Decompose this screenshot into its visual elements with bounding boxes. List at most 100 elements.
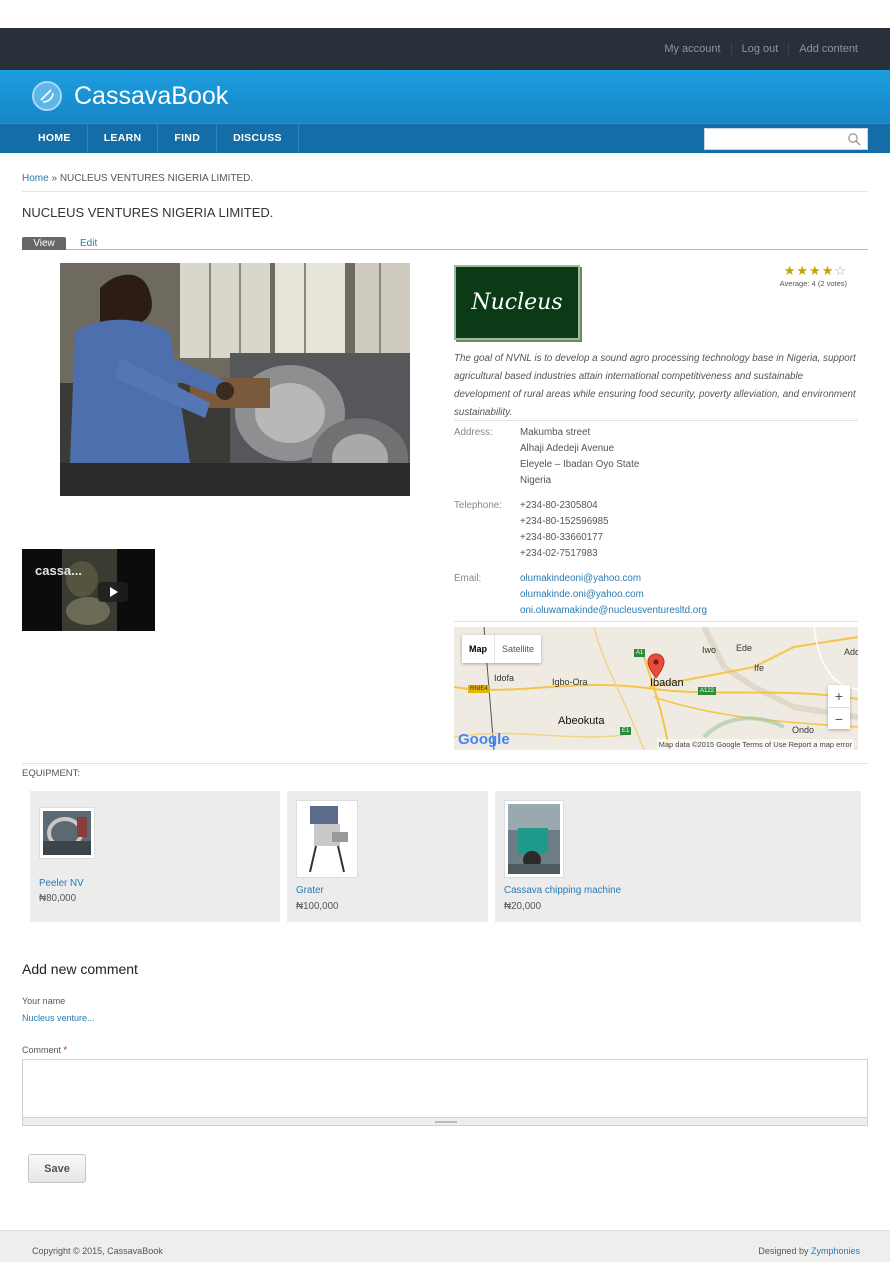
nav-find[interactable]: FIND xyxy=(158,124,218,153)
site-logo-icon[interactable] xyxy=(32,81,62,111)
equipment-card[interactable]: Grater ₦100,000 xyxy=(287,791,488,922)
equipment-name-link[interactable]: Cassava chipping machine xyxy=(504,885,621,896)
company-description: The goal of NVNL is to develop a sound a… xyxy=(454,353,856,418)
star-icon[interactable]: ★ xyxy=(784,263,797,278)
zoom-in-button[interactable]: + xyxy=(828,685,850,707)
play-button-icon[interactable] xyxy=(98,582,128,602)
star-icon[interactable]: ★ xyxy=(809,263,822,278)
textarea-resize-handle[interactable] xyxy=(22,1118,868,1126)
map-place-label: Abeokuta xyxy=(558,715,605,727)
telephone-label: Telephone: xyxy=(454,500,502,511)
breadcrumb: Home » NUCLEUS VENTURES NIGERIA LIMITED. xyxy=(22,173,253,184)
email-value: olumakindeoni@yahoo.com olumakinde.oni@y… xyxy=(520,571,860,619)
map-place-label: Ado xyxy=(844,647,858,657)
map-marker-icon[interactable] xyxy=(647,653,665,679)
save-button[interactable]: Save xyxy=(28,1154,86,1183)
road-shield: RNIE4 xyxy=(468,685,490,693)
equipment-name-link[interactable]: Grater xyxy=(296,885,324,896)
divider xyxy=(454,420,858,421)
star-icon[interactable]: ★ xyxy=(822,263,835,278)
divider xyxy=(22,191,868,192)
google-logo-text: Google xyxy=(458,731,510,748)
tab-view[interactable]: View xyxy=(22,237,66,250)
road-shield: A1 xyxy=(634,649,646,657)
search-input[interactable] xyxy=(705,129,845,149)
equipment-card[interactable]: Cassava chipping machine ₦20,000 xyxy=(495,791,861,922)
address-line: Nigeria xyxy=(520,475,552,486)
video-title: cassa... xyxy=(35,563,82,578)
nav-discuss[interactable]: DISCUSS xyxy=(217,124,299,153)
email-label: Email: xyxy=(454,573,482,584)
site-name[interactable]: CassavaBook xyxy=(74,82,228,111)
copyright-text: Copyright © 2015, CassavaBook xyxy=(32,1246,163,1256)
telephone-number: +234-80-152596985 xyxy=(520,516,609,527)
nav-home[interactable]: HOME xyxy=(22,124,88,153)
comment-label: Comment * xyxy=(22,1045,67,1055)
search-icon[interactable] xyxy=(847,132,861,146)
map-attribution[interactable]: Map data ©2015 Google Terms of Use Repor… xyxy=(656,739,854,750)
address-line: Alhaji Adedeji Avenue xyxy=(520,443,615,454)
email-link[interactable]: olumakinde.oni@yahoo.com xyxy=(520,589,644,600)
my-account-link[interactable]: My account xyxy=(654,43,730,55)
company-logo: Nucleus xyxy=(454,265,580,340)
equipment-card[interactable]: Peeler NV ₦80,000 xyxy=(30,791,280,922)
map-type-map-button[interactable]: Map xyxy=(462,635,494,663)
designed-by: Designed by Zymphonies xyxy=(758,1246,860,1256)
equipment-thumbnail[interactable] xyxy=(296,800,358,878)
rating-average: Average: 4 (2 votes) xyxy=(779,279,847,288)
grip-icon xyxy=(435,1121,457,1123)
company-photo xyxy=(60,263,410,496)
comment-form-title: Add new comment xyxy=(22,961,138,977)
map-place-label: Ondo xyxy=(792,725,815,735)
your-name-label: Your name xyxy=(22,996,66,1006)
star-empty-icon[interactable]: ☆ xyxy=(834,263,847,278)
comment-field[interactable] xyxy=(22,1059,868,1118)
rating-widget: ★★★★☆ Average: 4 (2 votes) xyxy=(775,264,847,288)
star-rating[interactable]: ★★★★☆ xyxy=(775,264,847,277)
map-zoom-control: + − xyxy=(828,685,850,729)
email-link[interactable]: oni.oluwamakinde@nucleusventuresltd.org xyxy=(520,605,707,616)
telephone-value: +234-80-2305804 +234-80-152596985 +234-8… xyxy=(520,498,860,562)
road-shield: E1 xyxy=(620,727,632,735)
map-place-label: Ede xyxy=(736,643,753,653)
address-label: Address: xyxy=(454,427,493,438)
equipment-name-link[interactable]: Peeler NV xyxy=(39,878,84,889)
designer-link[interactable]: Zymphonies xyxy=(811,1246,860,1256)
nav-learn[interactable]: LEARN xyxy=(88,124,159,153)
equipment-thumbnail[interactable] xyxy=(39,807,95,859)
divider xyxy=(22,763,868,764)
divider xyxy=(454,621,858,622)
video-player[interactable]: cassa... xyxy=(22,549,155,631)
equipment-thumbnail[interactable] xyxy=(504,800,564,878)
search-box xyxy=(704,128,868,150)
tab-edit[interactable]: Edit xyxy=(80,237,97,250)
comment-label-text: Comment xyxy=(22,1045,62,1055)
add-content-link[interactable]: Add content xyxy=(788,43,868,55)
email-link[interactable]: olumakindeoni@yahoo.com xyxy=(520,573,641,584)
page-title: NUCLEUS VENTURES NIGERIA LIMITED. xyxy=(22,205,274,220)
company-logo-text: Nucleus xyxy=(471,290,563,315)
location-map[interactable]: Iwo Ede Ado Ife Igbo-Ora Ibadan Abeokuta… xyxy=(454,627,858,750)
map-place-label: Igbo-Ora xyxy=(552,677,588,687)
address-line: Eleyele – Ibadan Oyo State xyxy=(520,459,640,470)
comment-textarea[interactable] xyxy=(23,1060,867,1117)
main-menu: HOME LEARN FIND DISCUSS xyxy=(22,124,299,153)
zoom-out-button[interactable]: − xyxy=(828,707,850,729)
telephone-number: +234-02-7517983 xyxy=(520,548,598,559)
footer: Copyright © 2015, CassavaBook Designed b… xyxy=(0,1230,890,1262)
map-type-control: Map Satellite xyxy=(462,635,542,663)
star-icon[interactable]: ★ xyxy=(796,263,809,278)
telephone-number: +234-80-33660177 xyxy=(520,532,604,543)
breadcrumb-separator: » xyxy=(51,173,58,184)
equipment-price: ₦20,000 xyxy=(504,901,542,912)
log-out-link[interactable]: Log out xyxy=(730,43,789,55)
main-nav: HOME LEARN FIND DISCUSS xyxy=(0,123,890,153)
equipment-price: ₦100,000 xyxy=(296,901,339,912)
required-marker: * xyxy=(63,1045,68,1055)
breadcrumb-home-link[interactable]: Home xyxy=(22,173,49,184)
your-name-link[interactable]: Nucleus venture... xyxy=(22,1013,95,1023)
telephone-number: +234-80-2305804 xyxy=(520,500,598,511)
top-strip xyxy=(0,0,890,28)
map-type-satellite-button[interactable]: Satellite xyxy=(494,635,541,663)
user-bar: My account Log out Add content xyxy=(0,28,890,70)
